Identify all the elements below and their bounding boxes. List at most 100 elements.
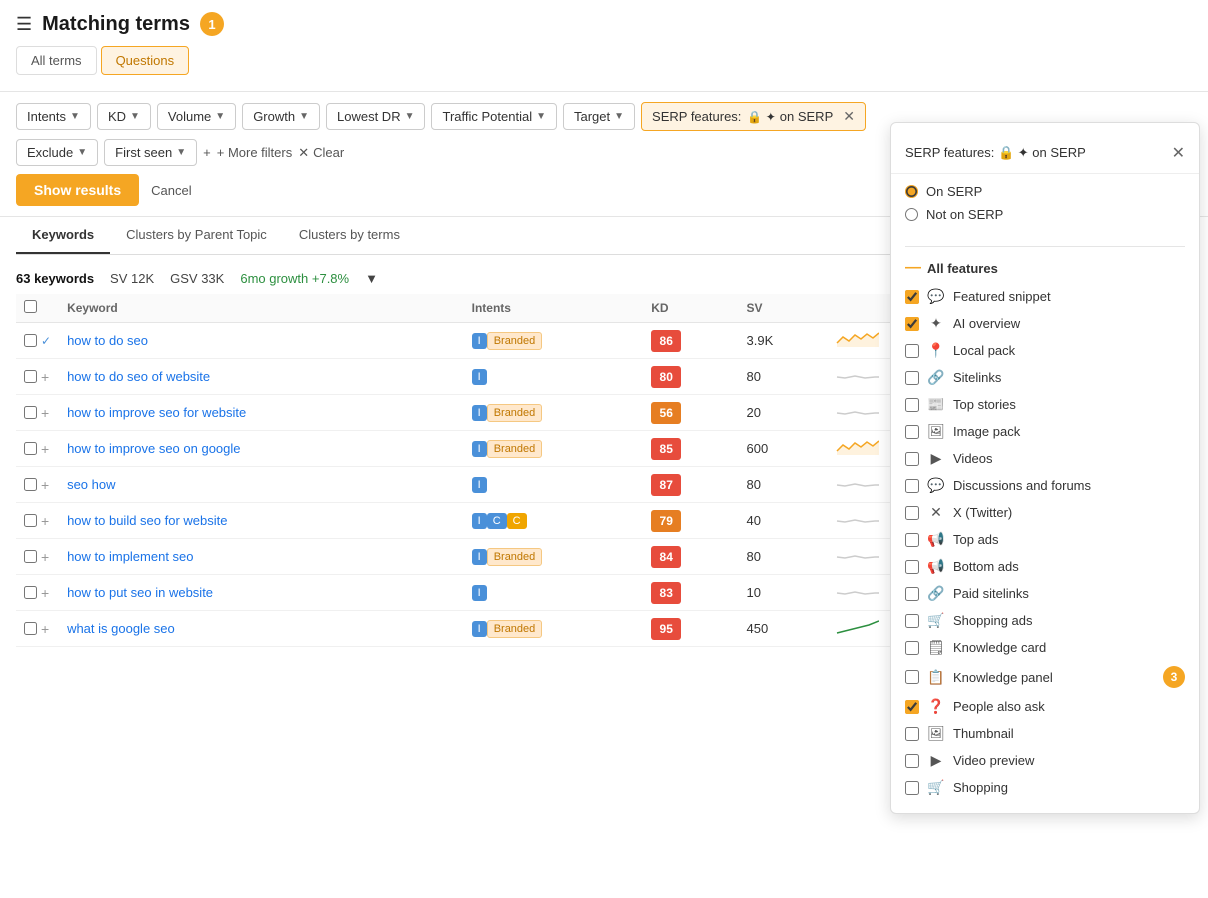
feature-item[interactable]: 🖼Thumbnail xyxy=(891,720,1199,747)
radio-not-on-serp[interactable]: Not on SERP xyxy=(905,207,1185,222)
keyword-link[interactable]: how to improve seo on google xyxy=(67,441,240,456)
feature-checkbox[interactable] xyxy=(905,452,919,466)
kd-score: 87 xyxy=(651,474,681,496)
add-icon[interactable]: + xyxy=(41,441,49,457)
feature-checkbox[interactable] xyxy=(905,371,919,385)
add-icon[interactable]: + xyxy=(41,477,49,493)
more-filters-button[interactable]: + + More filters xyxy=(203,145,292,160)
feature-item[interactable]: 🛒Shopping xyxy=(891,774,1199,801)
feature-checkbox[interactable] xyxy=(905,533,919,547)
keyword-link[interactable]: how to improve seo for website xyxy=(67,405,246,420)
feature-item[interactable]: ✕X (Twitter) xyxy=(891,499,1199,526)
feature-checkbox[interactable] xyxy=(905,560,919,574)
feature-item[interactable]: 🛒Shopping ads xyxy=(891,607,1199,634)
radio-on-serp[interactable]: On SERP xyxy=(905,184,1185,199)
sparkline-chart xyxy=(835,617,879,637)
feature-item[interactable]: 📋Knowledge panel3 xyxy=(891,661,1199,693)
feature-item[interactable]: 🗒Knowledge card xyxy=(891,634,1199,661)
radio-on-serp-input[interactable] xyxy=(905,185,918,198)
close-serp-filter-icon[interactable]: ✕ xyxy=(843,108,855,125)
filter-lowest-dr[interactable]: Lowest DR ▼ xyxy=(326,103,425,130)
row-checkbox[interactable] xyxy=(24,370,37,383)
app-container: ☰ Matching terms 1 All terms Questions I… xyxy=(0,0,1208,898)
clear-button[interactable]: ✕ Clear xyxy=(298,145,344,161)
keyword-link[interactable]: how to put seo in website xyxy=(67,585,213,600)
radio-not-on-serp-input[interactable] xyxy=(905,208,918,221)
feature-checkbox[interactable] xyxy=(905,344,919,358)
feature-checkbox[interactable] xyxy=(905,670,919,684)
feature-item[interactable]: ❓People also ask xyxy=(891,693,1199,720)
feature-item[interactable]: 💬Discussions and forums xyxy=(891,472,1199,499)
feature-item[interactable]: ▶Videos xyxy=(891,445,1199,472)
feature-item[interactable]: 💬Featured snippet xyxy=(891,283,1199,310)
filter-volume[interactable]: Volume ▼ xyxy=(157,103,236,130)
filter-intents[interactable]: Intents ▼ xyxy=(16,103,91,130)
tab-questions[interactable]: Questions xyxy=(101,46,190,75)
feature-checkbox[interactable] xyxy=(905,781,919,795)
feature-checkbox[interactable] xyxy=(905,587,919,601)
add-icon[interactable]: + xyxy=(41,621,49,637)
dropdown-close-button[interactable]: ✕ xyxy=(1172,143,1185,163)
feature-item[interactable]: 🖼Image pack xyxy=(891,418,1199,445)
add-icon[interactable]: + xyxy=(41,369,49,385)
show-results-button[interactable]: Show results xyxy=(16,174,139,206)
row-checkbox[interactable] xyxy=(24,334,37,347)
feature-checkbox[interactable] xyxy=(905,641,919,655)
feature-item[interactable]: ✦AI overview xyxy=(891,310,1199,337)
keyword-link[interactable]: what is google seo xyxy=(67,621,175,636)
tab-bar: All terms Questions xyxy=(16,46,1192,75)
feature-checkbox[interactable] xyxy=(905,754,919,768)
feature-checkbox[interactable] xyxy=(905,614,919,628)
feature-checkbox[interactable] xyxy=(905,727,919,741)
row-checkbox[interactable] xyxy=(24,622,37,635)
hamburger-icon[interactable]: ☰ xyxy=(16,14,32,35)
feature-item[interactable]: 📰Top stories xyxy=(891,391,1199,418)
chevron-down-icon: ▼ xyxy=(299,111,309,122)
row-checkbox[interactable] xyxy=(24,442,37,455)
feature-item[interactable]: 🔗Paid sitelinks xyxy=(891,580,1199,607)
keyword-link[interactable]: how to implement seo xyxy=(67,549,193,564)
feature-checkbox[interactable] xyxy=(905,317,919,331)
serp-features-filter[interactable]: SERP features: 🔒 ✦ on SERP ✕ xyxy=(641,102,866,131)
row-checkbox[interactable] xyxy=(24,514,37,527)
feature-checkbox[interactable] xyxy=(905,290,919,304)
feature-checkbox[interactable] xyxy=(905,479,919,493)
row-checkbox[interactable] xyxy=(24,550,37,563)
add-icon[interactable]: + xyxy=(41,405,49,421)
feature-checkbox[interactable] xyxy=(905,398,919,412)
filter-kd[interactable]: KD ▼ xyxy=(97,103,151,130)
filter-exclude[interactable]: Exclude ▼ xyxy=(16,139,98,166)
view-tab-keywords[interactable]: Keywords xyxy=(16,217,110,254)
row-checkbox[interactable] xyxy=(24,406,37,419)
keyword-link[interactable]: how to build seo for website xyxy=(67,513,227,528)
cancel-button[interactable]: Cancel xyxy=(151,183,191,198)
keyword-link[interactable]: how to do seo of website xyxy=(67,369,210,384)
tab-all-terms[interactable]: All terms xyxy=(16,46,97,75)
feature-item[interactable]: 🔗Sitelinks xyxy=(891,364,1199,391)
feature-item[interactable]: 📢Top ads xyxy=(891,526,1199,553)
add-icon[interactable]: + xyxy=(41,585,49,601)
select-all-checkbox[interactable] xyxy=(24,300,37,313)
filter-traffic-potential[interactable]: Traffic Potential ▼ xyxy=(431,103,557,130)
feature-checkbox[interactable] xyxy=(905,700,919,714)
keyword-link[interactable]: seo how xyxy=(67,477,115,492)
row-checkbox[interactable] xyxy=(24,586,37,599)
feature-item[interactable]: ▶Video preview xyxy=(891,747,1199,774)
row-checkbox-cell: ✓ xyxy=(16,323,59,359)
view-tab-clusters-terms[interactable]: Clusters by terms xyxy=(283,217,416,254)
feature-checkbox[interactable] xyxy=(905,506,919,520)
filter-target[interactable]: Target ▼ xyxy=(563,103,635,130)
filter-growth[interactable]: Growth ▼ xyxy=(242,103,320,130)
view-tab-clusters-parent[interactable]: Clusters by Parent Topic xyxy=(110,217,283,254)
keyword-link[interactable]: how to do seo xyxy=(67,333,148,348)
row-checkbox[interactable] xyxy=(24,478,37,491)
add-icon[interactable]: + xyxy=(41,549,49,565)
filter-first-seen[interactable]: First seen ▼ xyxy=(104,139,197,166)
feature-checkbox[interactable] xyxy=(905,425,919,439)
growth-dropdown-icon[interactable]: ▼ xyxy=(365,271,378,286)
feature-label: Top ads xyxy=(953,532,999,547)
feature-item[interactable]: 📍Local pack xyxy=(891,337,1199,364)
add-icon[interactable]: + xyxy=(41,513,49,529)
feature-item[interactable]: 📢Bottom ads xyxy=(891,553,1199,580)
intent-tag: I xyxy=(472,549,487,565)
